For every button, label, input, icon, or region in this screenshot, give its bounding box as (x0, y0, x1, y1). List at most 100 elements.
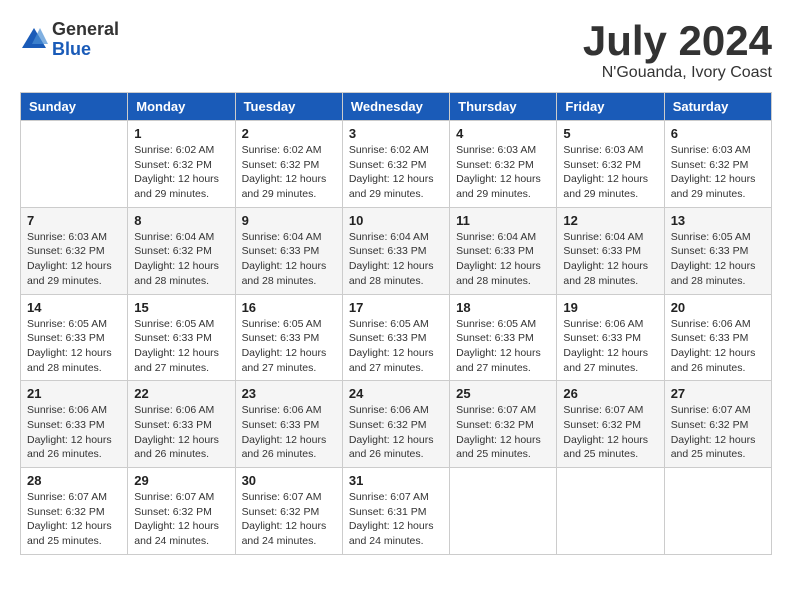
day-info: Sunrise: 6:07 AM Sunset: 6:32 PM Dayligh… (456, 403, 550, 462)
day-number: 9 (242, 213, 336, 228)
calendar-cell: 11 Sunrise: 6:04 AM Sunset: 6:33 PM Dayli… (450, 207, 557, 294)
day-info: Sunrise: 6:06 AM Sunset: 6:33 PM Dayligh… (134, 403, 228, 462)
day-info: Sunrise: 6:03 AM Sunset: 6:32 PM Dayligh… (456, 143, 550, 202)
day-number: 23 (242, 386, 336, 401)
day-number: 27 (671, 386, 765, 401)
day-info: Sunrise: 6:05 AM Sunset: 6:33 PM Dayligh… (671, 230, 765, 289)
weekday-header: Wednesday (342, 93, 449, 121)
calendar-cell: 4Sunrise: 6:03 AM Sunset: 6:32 PM Daylig… (450, 121, 557, 208)
page-header: General Blue July 2024 N'Gouanda, Ivory … (20, 20, 772, 82)
weekday-header: Monday (128, 93, 235, 121)
calendar-week-row: 28 Sunrise: 6:07 AM Sunset: 6:32 PM Dayli… (21, 468, 772, 555)
day-number: 31 (349, 473, 443, 488)
weekday-header: Friday (557, 93, 664, 121)
day-info: Sunrise: 6:05 AM Sunset: 6:33 PM Dayligh… (134, 317, 228, 376)
day-number: 13 (671, 213, 765, 228)
calendar-cell: 29Sunrise: 6:07 AM Sunset: 6:32 PM Dayli… (128, 468, 235, 555)
calendar-cell: 1 Sunrise: 6:02 AM Sunset: 6:32 PM Daylig… (128, 121, 235, 208)
calendar-week-row: 14 Sunrise: 6:05 AM Sunset: 6:33 PM Dayli… (21, 294, 772, 381)
calendar-cell: 25Sunrise: 6:07 AM Sunset: 6:32 PM Dayli… (450, 381, 557, 468)
day-number: 1 (134, 126, 228, 141)
day-info: Sunrise: 6:07 AM Sunset: 6:32 PM Dayligh… (242, 490, 336, 549)
calendar-cell: 7 Sunrise: 6:03 AM Sunset: 6:32 PM Daylig… (21, 207, 128, 294)
day-number: 14 (27, 300, 121, 315)
day-number: 22 (134, 386, 228, 401)
calendar-cell: 14 Sunrise: 6:05 AM Sunset: 6:33 PM Dayli… (21, 294, 128, 381)
day-number: 10 (349, 213, 443, 228)
calendar-cell: 12 Sunrise: 6:04 AM Sunset: 6:33 PM Dayli… (557, 207, 664, 294)
day-number: 6 (671, 126, 765, 141)
logo-general: General (52, 19, 119, 39)
calendar: SundayMondayTuesdayWednesdayThursdayFrid… (20, 92, 772, 555)
logo-blue: Blue (52, 39, 91, 59)
logo: General Blue (20, 20, 119, 60)
day-info: Sunrise: 6:05 AM Sunset: 6:33 PM Dayligh… (456, 317, 550, 376)
day-info: Sunrise: 6:04 AM Sunset: 6:33 PM Dayligh… (456, 230, 550, 289)
calendar-week-row: 21Sunrise: 6:06 AM Sunset: 6:33 PM Dayli… (21, 381, 772, 468)
day-number: 24 (349, 386, 443, 401)
calendar-cell: 8 Sunrise: 6:04 AM Sunset: 6:32 PM Daylig… (128, 207, 235, 294)
day-number: 7 (27, 213, 121, 228)
day-number: 15 (134, 300, 228, 315)
day-number: 20 (671, 300, 765, 315)
day-number: 8 (134, 213, 228, 228)
calendar-cell (557, 468, 664, 555)
day-info: Sunrise: 6:02 AM Sunset: 6:32 PM Dayligh… (242, 143, 336, 202)
day-info: Sunrise: 6:04 AM Sunset: 6:32 PM Dayligh… (134, 230, 228, 289)
day-number: 17 (349, 300, 443, 315)
day-info: Sunrise: 6:03 AM Sunset: 6:32 PM Dayligh… (27, 230, 121, 289)
month-title: July 2024 (583, 20, 772, 62)
day-number: 18 (456, 300, 550, 315)
day-info: Sunrise: 6:06 AM Sunset: 6:33 PM Dayligh… (27, 403, 121, 462)
day-info: Sunrise: 6:07 AM Sunset: 6:32 PM Dayligh… (671, 403, 765, 462)
calendar-cell: 13 Sunrise: 6:05 AM Sunset: 6:33 PM Dayli… (664, 207, 771, 294)
weekday-header: Sunday (21, 93, 128, 121)
calendar-week-row: 1 Sunrise: 6:02 AM Sunset: 6:32 PM Daylig… (21, 121, 772, 208)
day-number: 16 (242, 300, 336, 315)
calendar-cell: 16 Sunrise: 6:05 AM Sunset: 6:33 PM Dayli… (235, 294, 342, 381)
calendar-cell: 10 Sunrise: 6:04 AM Sunset: 6:33 PM Dayli… (342, 207, 449, 294)
calendar-cell: 27 Sunrise: 6:07 AM Sunset: 6:32 PM Dayli… (664, 381, 771, 468)
calendar-cell: 28 Sunrise: 6:07 AM Sunset: 6:32 PM Dayli… (21, 468, 128, 555)
calendar-cell (664, 468, 771, 555)
calendar-cell: 5 Sunrise: 6:03 AM Sunset: 6:32 PM Daylig… (557, 121, 664, 208)
day-info: Sunrise: 6:07 AM Sunset: 6:32 PM Dayligh… (134, 490, 228, 549)
day-info: Sunrise: 6:04 AM Sunset: 6:33 PM Dayligh… (349, 230, 443, 289)
calendar-cell: 26Sunrise: 6:07 AM Sunset: 6:32 PM Dayli… (557, 381, 664, 468)
day-number: 5 (563, 126, 657, 141)
day-info: Sunrise: 6:06 AM Sunset: 6:32 PM Dayligh… (349, 403, 443, 462)
weekday-header: Thursday (450, 93, 557, 121)
location: N'Gouanda, Ivory Coast (583, 64, 772, 82)
calendar-cell: 20Sunrise: 6:06 AM Sunset: 6:33 PM Dayli… (664, 294, 771, 381)
day-info: Sunrise: 6:02 AM Sunset: 6:32 PM Dayligh… (134, 143, 228, 202)
calendar-cell: 6Sunrise: 6:03 AM Sunset: 6:32 PM Daylig… (664, 121, 771, 208)
calendar-cell: 15 Sunrise: 6:05 AM Sunset: 6:33 PM Dayli… (128, 294, 235, 381)
calendar-week-row: 7 Sunrise: 6:03 AM Sunset: 6:32 PM Daylig… (21, 207, 772, 294)
calendar-cell: 17Sunrise: 6:05 AM Sunset: 6:33 PM Dayli… (342, 294, 449, 381)
title-block: July 2024 N'Gouanda, Ivory Coast (583, 20, 772, 82)
logo-text: General Blue (52, 20, 119, 60)
day-number: 3 (349, 126, 443, 141)
day-info: Sunrise: 6:04 AM Sunset: 6:33 PM Dayligh… (242, 230, 336, 289)
day-info: Sunrise: 6:05 AM Sunset: 6:33 PM Dayligh… (27, 317, 121, 376)
weekday-header-row: SundayMondayTuesdayWednesdayThursdayFrid… (21, 93, 772, 121)
calendar-cell: 31 Sunrise: 6:07 AM Sunset: 6:31 PM Dayli… (342, 468, 449, 555)
calendar-cell: 30Sunrise: 6:07 AM Sunset: 6:32 PM Dayli… (235, 468, 342, 555)
logo-icon (20, 26, 48, 54)
day-number: 11 (456, 213, 550, 228)
day-number: 2 (242, 126, 336, 141)
calendar-cell (21, 121, 128, 208)
day-info: Sunrise: 6:07 AM Sunset: 6:32 PM Dayligh… (27, 490, 121, 549)
day-number: 12 (563, 213, 657, 228)
day-number: 28 (27, 473, 121, 488)
day-number: 26 (563, 386, 657, 401)
day-info: Sunrise: 6:06 AM Sunset: 6:33 PM Dayligh… (242, 403, 336, 462)
calendar-cell: 3Sunrise: 6:02 AM Sunset: 6:32 PM Daylig… (342, 121, 449, 208)
calendar-cell: 24 Sunrise: 6:06 AM Sunset: 6:32 PM Dayli… (342, 381, 449, 468)
calendar-cell: 19Sunrise: 6:06 AM Sunset: 6:33 PM Dayli… (557, 294, 664, 381)
day-info: Sunrise: 6:05 AM Sunset: 6:33 PM Dayligh… (242, 317, 336, 376)
day-info: Sunrise: 6:04 AM Sunset: 6:33 PM Dayligh… (563, 230, 657, 289)
day-info: Sunrise: 6:03 AM Sunset: 6:32 PM Dayligh… (563, 143, 657, 202)
day-info: Sunrise: 6:07 AM Sunset: 6:31 PM Dayligh… (349, 490, 443, 549)
calendar-cell (450, 468, 557, 555)
